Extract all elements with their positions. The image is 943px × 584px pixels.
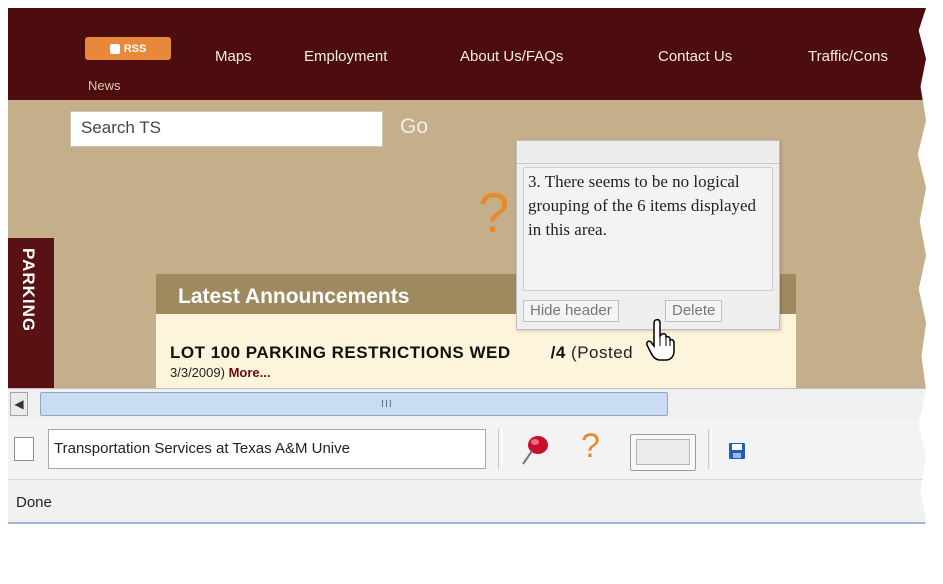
announcement-headline-text: LOT 100 PARKING RESTRICTIONS WED — [170, 343, 511, 362]
below-area — [8, 524, 926, 570]
announcement-headline[interactable]: LOT 100 PARKING RESTRICTIONS WED/4 (Post… — [170, 343, 633, 363]
status-text: Done — [16, 494, 52, 511]
note-text[interactable]: 3. There seems to be no logical grouping… — [523, 167, 773, 291]
question-mark-icon[interactable]: ? — [478, 180, 509, 245]
page-title-input[interactable]: Transportation Services at Texas A&M Uni… — [48, 429, 486, 469]
toolbar-separator — [498, 429, 502, 469]
save-icon[interactable] — [728, 442, 746, 460]
nav-link-maps[interactable]: Maps — [215, 48, 252, 65]
search-input[interactable]: Search TS — [70, 111, 383, 147]
announcements-title: Latest Announcements — [178, 285, 410, 308]
browser-window: RSS News Maps Employment About Us/FAQs C… — [8, 8, 926, 570]
rss-news-label: News — [88, 78, 121, 93]
status-bar: Done — [8, 480, 926, 524]
horizontal-scrollbar[interactable]: ◀ III — [8, 388, 926, 419]
announcement-posted-prefix: (Posted — [571, 343, 634, 362]
annotation-note[interactable]: 3. There seems to be no logical grouping… — [516, 140, 780, 330]
nav-link-contact-us[interactable]: Contact Us — [658, 48, 732, 65]
parking-tab-label: PARKING — [19, 248, 38, 333]
scrollbar-grip: III — [381, 399, 393, 410]
capture-toolbar: Transportation Services at Texas A&M Uni… — [8, 419, 926, 480]
push-pin-icon[interactable] — [520, 433, 550, 467]
toolbar-separator-2 — [708, 429, 712, 469]
search-go-button[interactable]: Go — [400, 115, 428, 139]
thumbnail-button[interactable] — [630, 434, 696, 471]
rss-button[interactable]: RSS — [85, 37, 171, 60]
screenshot-frame: RSS News Maps Employment About Us/FAQs C… — [0, 0, 943, 584]
rss-icon — [109, 43, 120, 54]
note-header-bar[interactable] — [517, 141, 779, 164]
scroll-left-icon[interactable]: ◀ — [10, 392, 28, 416]
question-mark-tool-icon[interactable]: ? — [581, 427, 600, 466]
announcement-more-link[interactable]: More... — [229, 365, 271, 380]
announcement-posted-date: 3/3/2009) — [170, 365, 225, 380]
nav-link-traffic[interactable]: Traffic/Cons — [808, 48, 888, 65]
rss-label: RSS — [123, 42, 147, 55]
nav-link-about-us[interactable]: About Us/FAQs — [460, 48, 563, 65]
hand-cursor-icon — [646, 318, 675, 361]
nav-link-employment[interactable]: Employment — [304, 48, 387, 65]
scrollbar-thumb[interactable]: III — [40, 392, 668, 416]
announcement-date-line: 3/3/2009) More... — [170, 365, 270, 380]
hide-header-button[interactable]: Hide header — [523, 300, 619, 322]
thumbnail-icon — [636, 439, 690, 465]
announcement-headline-tail: /4 — [550, 343, 566, 362]
document-icon[interactable] — [14, 437, 34, 461]
web-page: RSS News Maps Employment About Us/FAQs C… — [8, 8, 926, 388]
